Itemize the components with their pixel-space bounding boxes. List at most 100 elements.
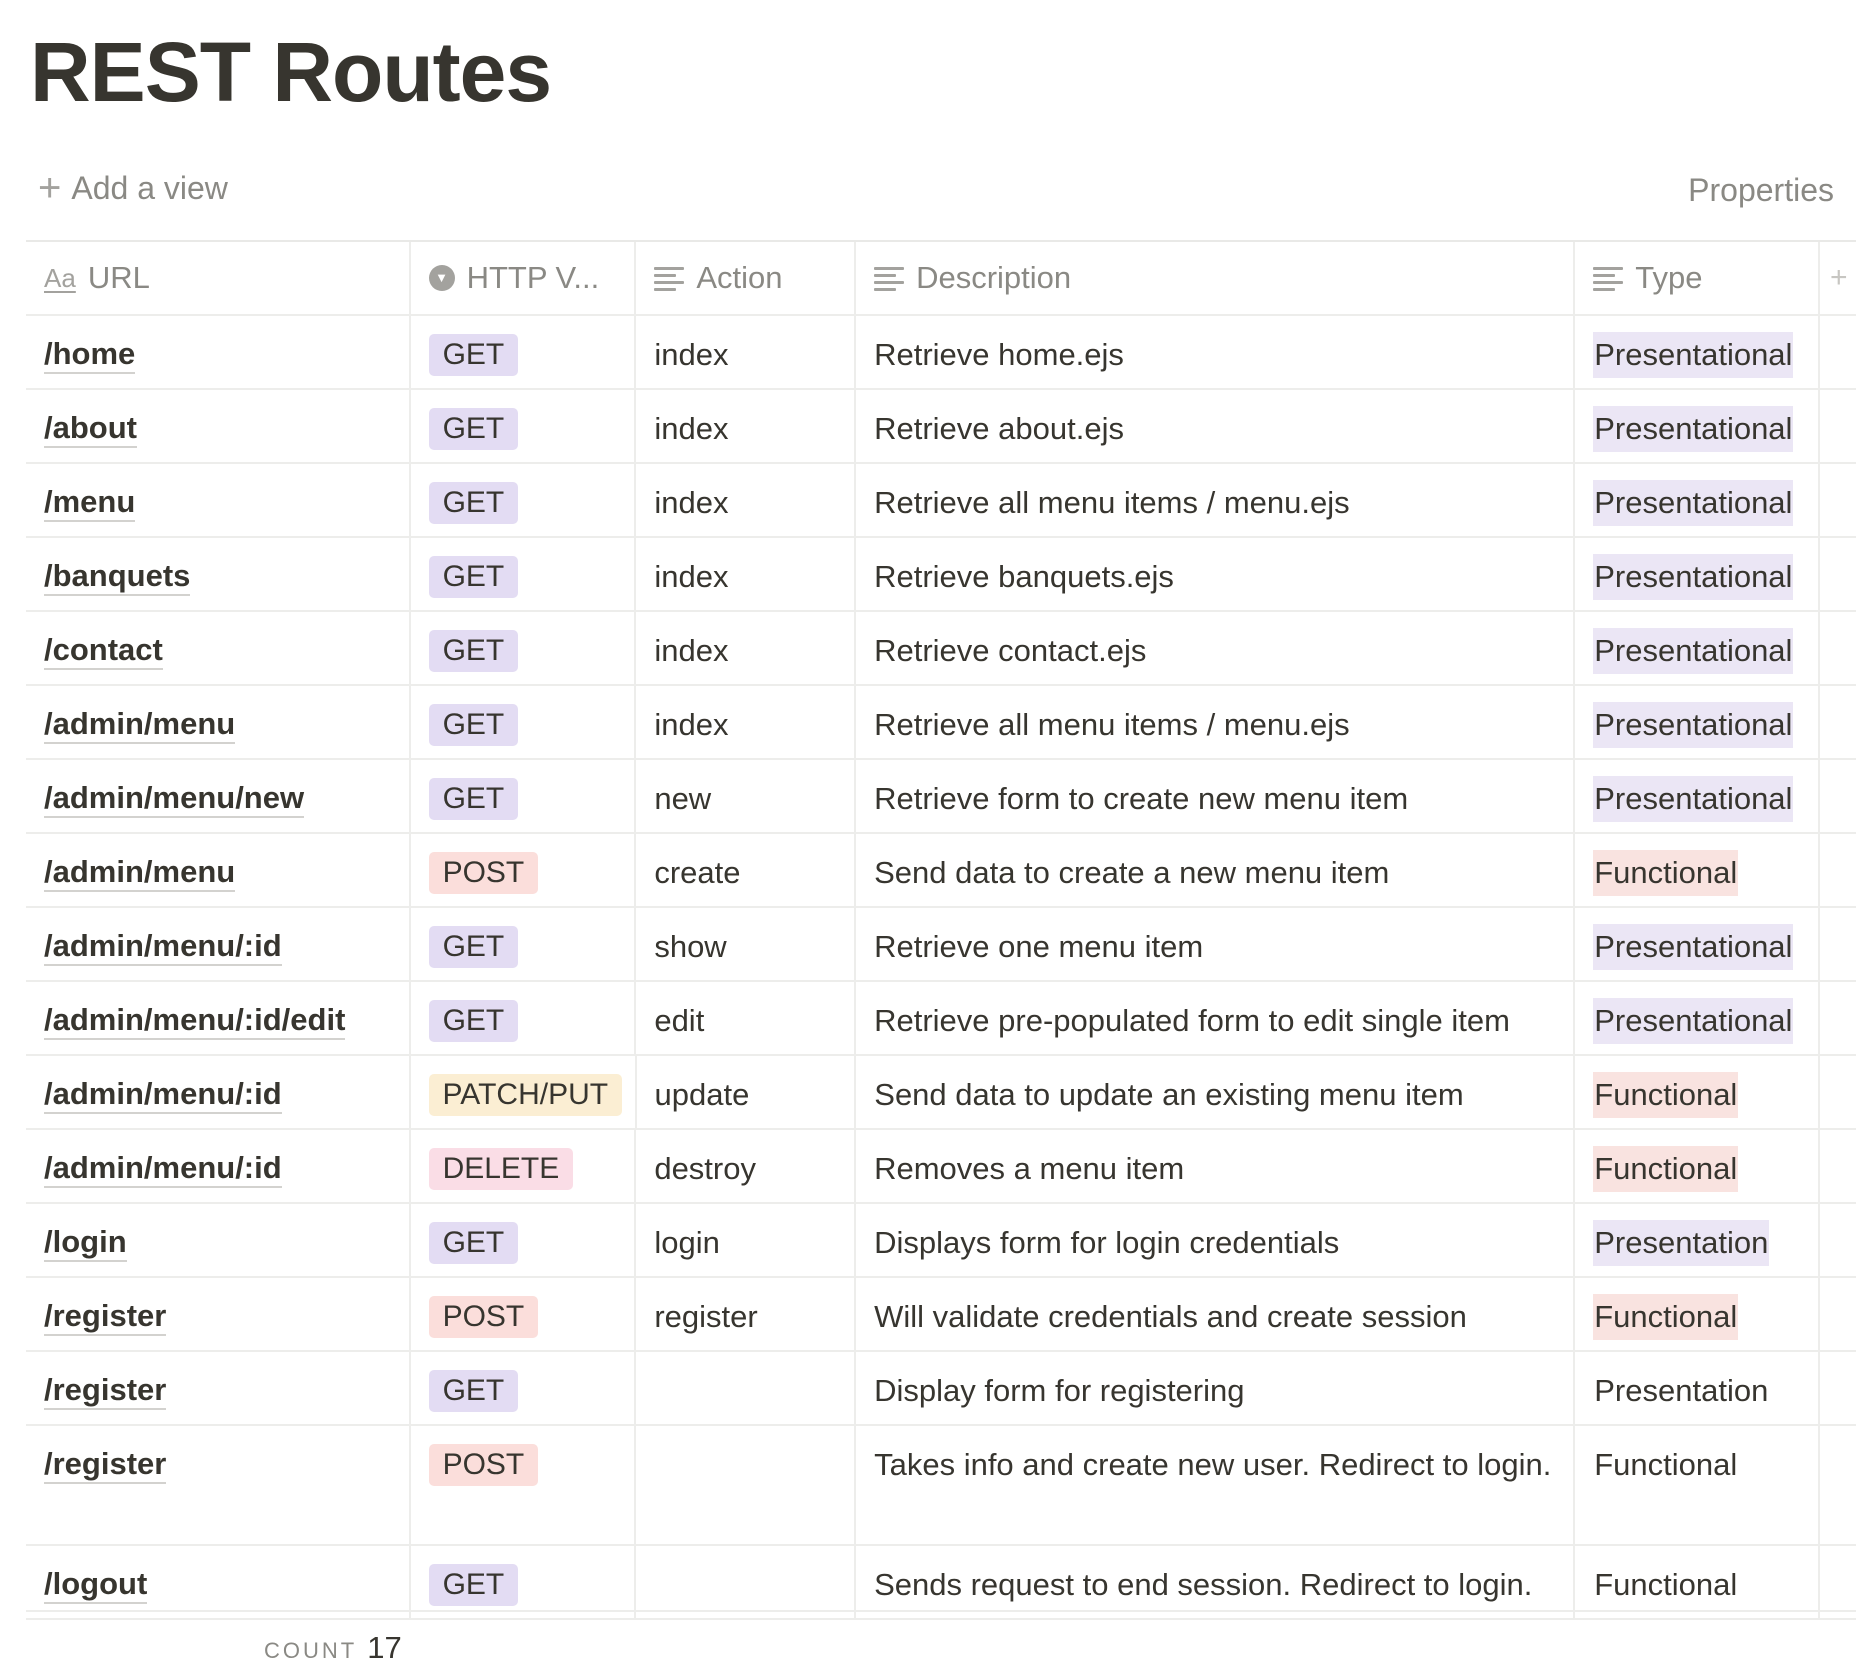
table-row[interactable]: /contact GET index Retrieve contact.ejs Pres… [26, 612, 1856, 686]
url-cell[interactable]: /admin/menu/:id/edit [26, 982, 411, 1054]
url-cell[interactable]: /admin/menu/:id [26, 1130, 411, 1202]
url-cell[interactable]: /contact [26, 612, 411, 684]
url-cell[interactable]: /banquets [26, 538, 411, 610]
url-cell[interactable]: /register [26, 1278, 411, 1350]
verb-cell[interactable]: GET [411, 1204, 637, 1276]
url-cell[interactable]: /menu [26, 464, 411, 536]
verb-cell[interactable]: GET [411, 1546, 637, 1618]
verb-cell[interactable]: GET [411, 464, 637, 536]
table-row[interactable]: /admin/menu/:id/edit GET edit Retrieve pre-… [26, 982, 1856, 1056]
action-cell[interactable]: index [636, 464, 857, 536]
url-link[interactable]: /contact [44, 632, 163, 670]
description-cell[interactable]: Retrieve one menu item [856, 908, 1576, 980]
action-cell[interactable]: register [636, 1278, 857, 1350]
action-cell[interactable] [636, 1352, 857, 1424]
verb-cell[interactable]: POST [411, 1278, 637, 1350]
column-header-action[interactable]: Action [636, 242, 857, 314]
action-cell[interactable]: index [636, 612, 857, 684]
table-row[interactable]: /admin/menu/:id PATCH/PUT update Send data … [26, 1056, 1856, 1130]
table-row[interactable]: /banquets GET index Retrieve banquets.ejs Pr… [26, 538, 1856, 612]
type-cell[interactable]: Functional [1575, 1426, 1820, 1544]
table-row[interactable]: /admin/menu/new GET new Retrieve form to cr… [26, 760, 1856, 834]
action-cell[interactable]: index [636, 316, 857, 388]
type-cell[interactable]: Presentational [1575, 686, 1820, 758]
table-row[interactable]: /register POST register Will validate crede… [26, 1278, 1856, 1352]
table-row[interactable]: /home GET index Retrieve home.ejs Presentati… [26, 316, 1856, 390]
type-cell[interactable]: Presentational [1575, 908, 1820, 980]
url-cell[interactable]: /admin/menu [26, 834, 411, 906]
type-cell[interactable]: Functional [1575, 1546, 1820, 1618]
description-cell[interactable]: Sends request to end session. Redirect t… [856, 1546, 1576, 1618]
url-link[interactable]: /admin/menu/:id [44, 1076, 282, 1114]
url-link[interactable]: /admin/menu/:id [44, 928, 282, 966]
url-cell[interactable]: /about [26, 390, 411, 462]
url-cell[interactable]: /register [26, 1426, 411, 1544]
description-cell[interactable]: Retrieve home.ejs [856, 316, 1576, 388]
action-cell[interactable]: new [636, 760, 857, 832]
verb-cell[interactable]: GET [411, 908, 637, 980]
table-row[interactable]: /logout GET Sends request to end session. … [26, 1546, 1856, 1620]
description-cell[interactable]: Takes info and create new user. Redirect… [856, 1426, 1576, 1544]
type-cell[interactable]: Presentational [1575, 982, 1820, 1054]
url-link[interactable]: /admin/menu/:id/edit [44, 1002, 346, 1040]
action-cell[interactable]: edit [636, 982, 857, 1054]
verb-cell[interactable]: PATCH/PUT [411, 1056, 637, 1128]
table-row[interactable]: /menu GET index Retrieve all menu items / m… [26, 464, 1856, 538]
action-cell[interactable]: index [636, 390, 857, 462]
url-link[interactable]: /admin/menu/new [44, 780, 305, 818]
table-row[interactable]: /register GET Display form for registering… [26, 1352, 1856, 1426]
description-cell[interactable]: Retrieve banquets.ejs [856, 538, 1576, 610]
verb-cell[interactable]: GET [411, 1352, 637, 1424]
action-cell[interactable]: update [637, 1056, 857, 1128]
add-column-button[interactable]: + [1820, 242, 1856, 314]
description-cell[interactable]: Display form for registering [856, 1352, 1576, 1424]
url-link[interactable]: /logout [44, 1566, 148, 1604]
url-cell[interactable]: /admin/menu/:id [26, 1056, 411, 1128]
table-row[interactable]: /register POST Takes info and create new u… [26, 1426, 1856, 1546]
action-cell[interactable]: destroy [636, 1130, 857, 1202]
action-cell[interactable]: index [636, 686, 857, 758]
description-cell[interactable]: Will validate credentials and create ses… [856, 1278, 1576, 1350]
type-cell[interactable]: Presentation [1575, 1352, 1820, 1424]
table-row[interactable]: /login GET login Displays form for login cr… [26, 1204, 1856, 1278]
verb-cell[interactable]: GET [411, 686, 637, 758]
action-cell[interactable]: create [636, 834, 857, 906]
count-summary[interactable]: COUNT 17 [264, 1630, 402, 1666]
type-cell[interactable]: Presentational [1575, 760, 1820, 832]
url-link[interactable]: /admin/menu [44, 706, 236, 744]
url-link[interactable]: /admin/menu/:id [44, 1150, 282, 1188]
type-cell[interactable]: Presentational [1575, 538, 1820, 610]
url-link[interactable]: /admin/menu [44, 854, 236, 892]
verb-cell[interactable]: GET [411, 316, 637, 388]
url-cell[interactable]: /logout [26, 1546, 411, 1618]
description-cell[interactable]: Displays form for login credentials [856, 1204, 1576, 1276]
url-link[interactable]: /about [44, 410, 137, 448]
description-cell[interactable]: Retrieve pre-populated form to edit sing… [856, 982, 1576, 1054]
action-cell[interactable] [636, 1546, 857, 1618]
description-cell[interactable]: Send data to update an existing menu ite… [856, 1056, 1576, 1128]
url-cell[interactable]: /home [26, 316, 411, 388]
url-link[interactable]: /register [44, 1372, 167, 1410]
verb-cell[interactable]: GET [411, 760, 637, 832]
type-cell[interactable]: Functional [1575, 1130, 1820, 1202]
description-cell[interactable]: Retrieve all menu items / menu.ejs [856, 464, 1576, 536]
type-cell[interactable]: Presentational [1575, 390, 1820, 462]
verb-cell[interactable]: GET [411, 982, 637, 1054]
verb-cell[interactable]: GET [411, 390, 637, 462]
url-link[interactable]: /home [44, 336, 136, 374]
description-cell[interactable]: Removes a menu item [856, 1130, 1576, 1202]
table-row[interactable]: /admin/menu GET index Retrieve all menu ite… [26, 686, 1856, 760]
url-cell[interactable]: /admin/menu [26, 686, 411, 758]
type-cell[interactable]: Presentation [1575, 1204, 1820, 1276]
table-row[interactable]: /admin/menu POST create Send data to create… [26, 834, 1856, 908]
verb-cell[interactable]: GET [411, 538, 637, 610]
url-cell[interactable]: /admin/menu/:id [26, 908, 411, 980]
column-header-verb[interactable]: ▼ HTTP V... [411, 242, 637, 314]
table-row[interactable]: /admin/menu/:id DELETE destroy Removes a me… [26, 1130, 1856, 1204]
description-cell[interactable]: Retrieve contact.ejs [856, 612, 1576, 684]
verb-cell[interactable]: GET [411, 612, 637, 684]
description-cell[interactable]: Retrieve all menu items / menu.ejs [856, 686, 1576, 758]
type-cell[interactable]: Functional [1575, 1056, 1820, 1128]
verb-cell[interactable]: DELETE [411, 1130, 637, 1202]
description-cell[interactable]: Send data to create a new menu item [856, 834, 1576, 906]
